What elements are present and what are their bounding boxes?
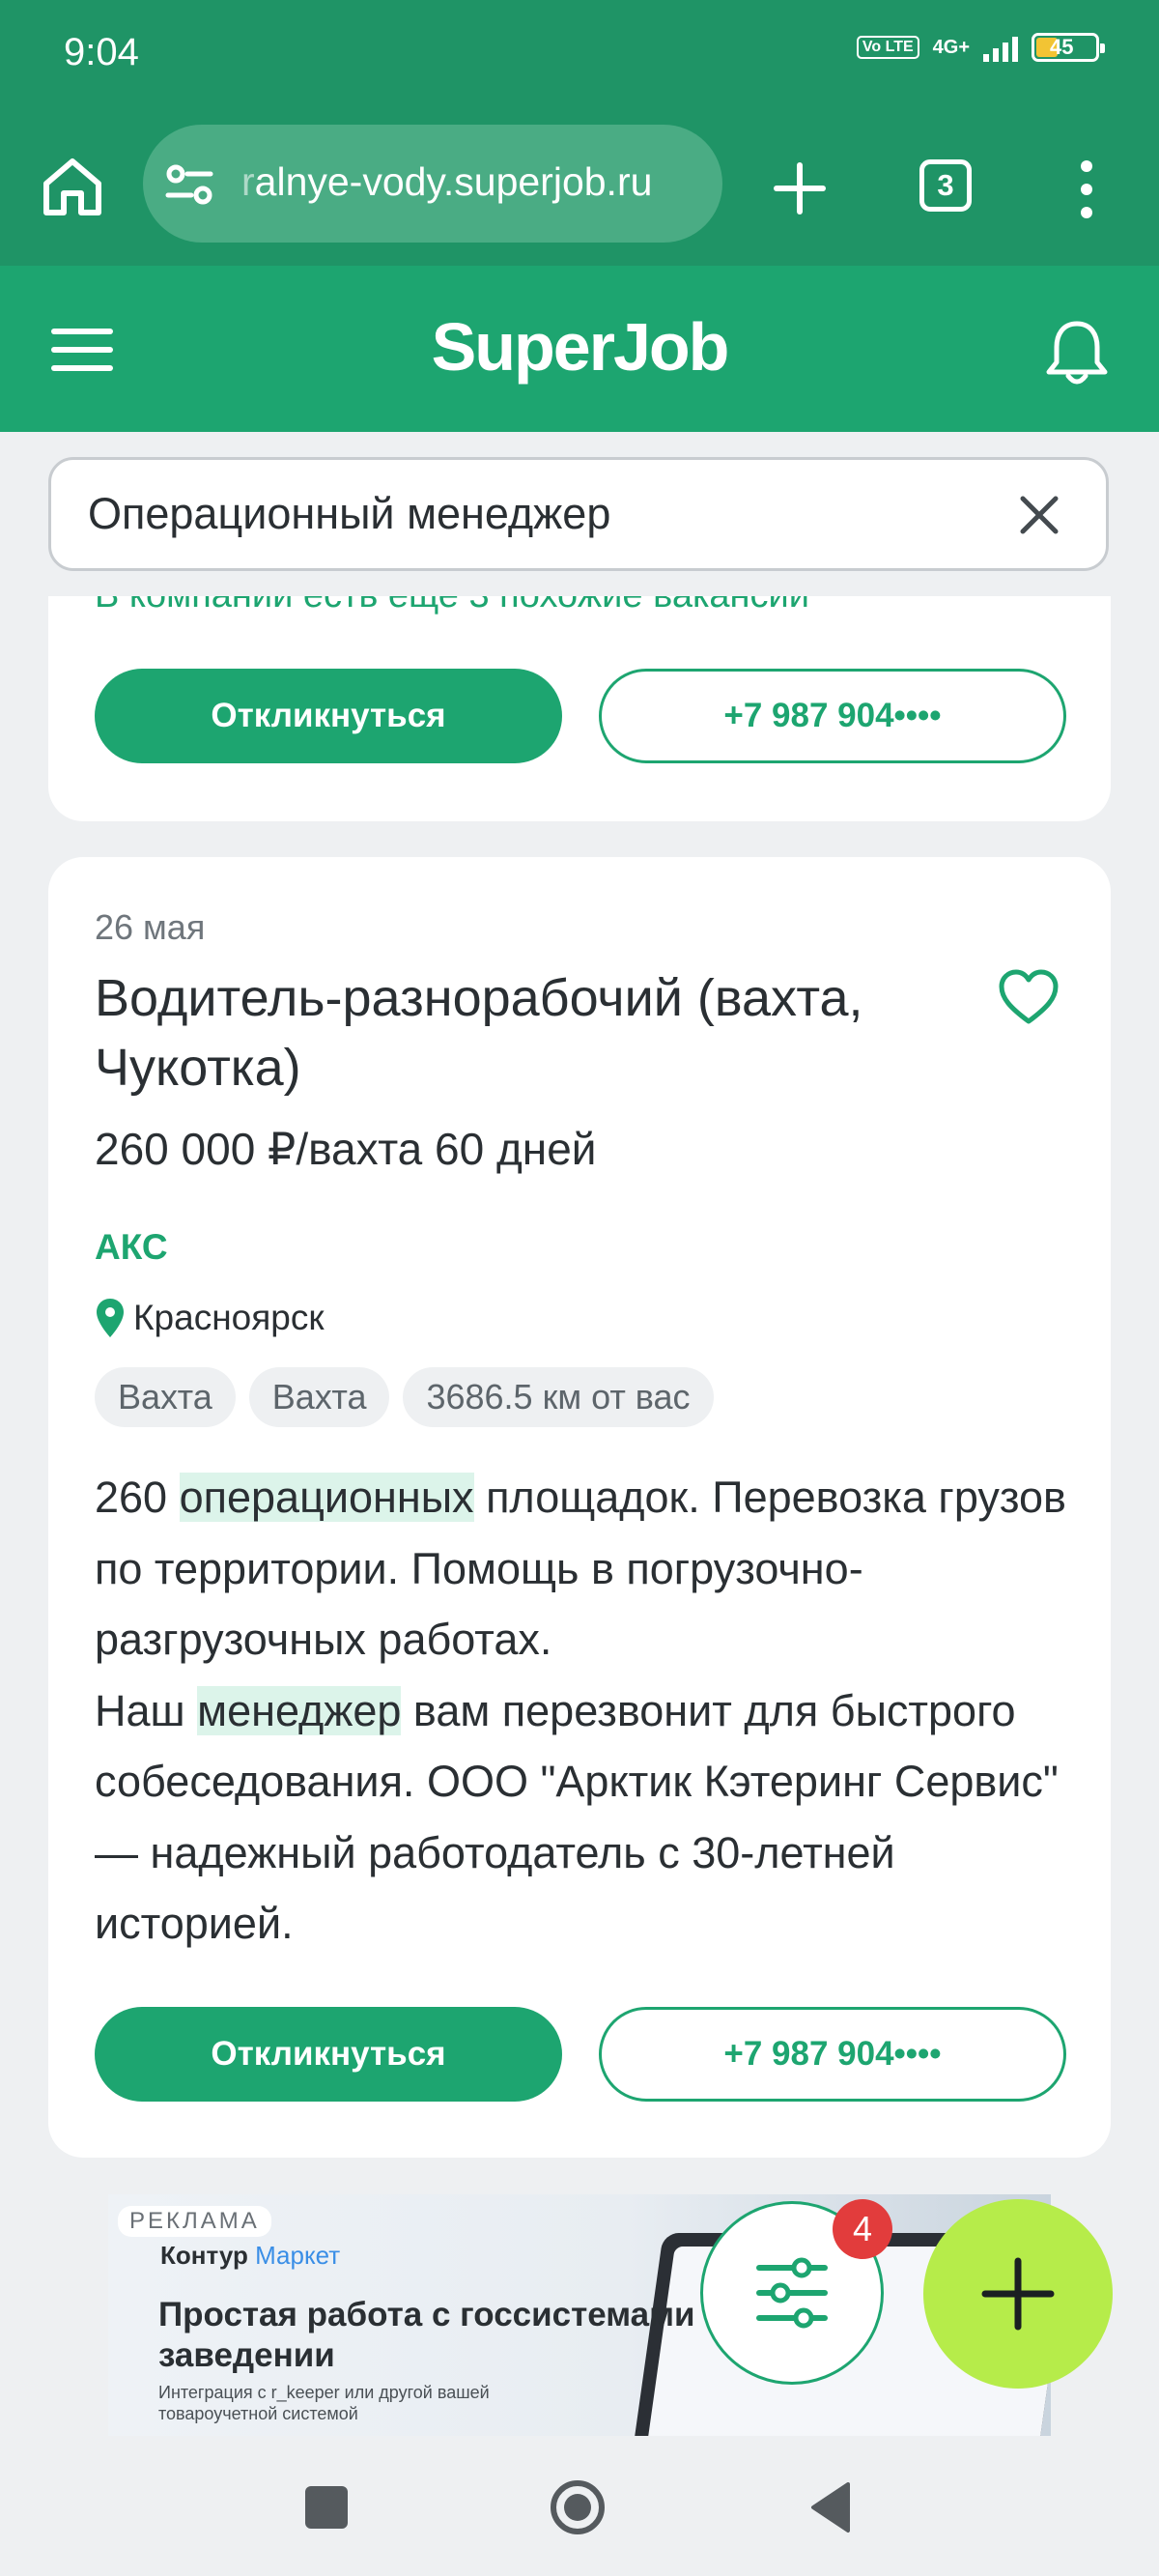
distance-tag: 3686.5 км от вас bbox=[403, 1367, 714, 1427]
search-highlight: менеджер bbox=[197, 1685, 402, 1735]
vacancy-card: 26 мая Водитель-разнорабочий (вахта, Чук… bbox=[48, 857, 1111, 2158]
tag: Вахта bbox=[248, 1367, 390, 1427]
address-bar[interactable]: ralnye-vody.superjob.ru bbox=[143, 125, 722, 243]
ad-brand: Контур Маркет bbox=[160, 2241, 341, 2270]
recents-icon[interactable] bbox=[305, 2486, 348, 2529]
search-highlight: операционных bbox=[179, 1473, 474, 1522]
tabs-button[interactable]: 3 bbox=[919, 159, 972, 212]
new-tab-icon[interactable] bbox=[771, 159, 829, 217]
home-icon[interactable] bbox=[39, 153, 106, 220]
location-city: Красноярск bbox=[133, 1298, 325, 1337]
vacancy-date: 26 мая bbox=[95, 907, 206, 947]
add-button[interactable] bbox=[923, 2199, 1113, 2389]
vacancy-description: 260 операционных площадок. Перевозка гру… bbox=[95, 1473, 1066, 1948]
status-time: 9:04 bbox=[64, 31, 139, 73]
heart-icon[interactable] bbox=[997, 967, 1060, 1027]
battery-level: 45 bbox=[1050, 35, 1074, 59]
network-type: 4G+ bbox=[932, 37, 970, 58]
site-settings-icon[interactable] bbox=[164, 159, 214, 210]
more-vert-icon[interactable] bbox=[1072, 157, 1101, 221]
status-icons: Vo LTE 4G+ 45 bbox=[856, 33, 1105, 62]
location-pin-icon bbox=[97, 1299, 124, 1337]
ad-subtitle: Интеграция с r_keeper или другой вашей т… bbox=[158, 2383, 490, 2423]
respond-button[interactable]: Откликнуться bbox=[95, 2007, 562, 2102]
status-bar: 9:04 Vo LTE 4G+ 45 bbox=[0, 0, 1159, 111]
url-text[interactable]: ralnye-vody.superjob.ru bbox=[241, 159, 705, 205]
superjob-logo[interactable]: SuperJob bbox=[0, 308, 1159, 386]
tag-list: Вахта Вахта 3686.5 км от вас bbox=[95, 1367, 714, 1427]
bell-icon[interactable] bbox=[1043, 316, 1111, 387]
location: Красноярск bbox=[95, 1297, 325, 1339]
home-circle-icon[interactable] bbox=[549, 2478, 607, 2536]
system-nav-bar bbox=[0, 2436, 1159, 2576]
site-header: SuperJob bbox=[0, 266, 1159, 432]
phone-button[interactable]: +7 987 904•••• bbox=[599, 669, 1066, 763]
vacancy-card: В компании есть еще 3 похожие вакансии О… bbox=[48, 596, 1111, 821]
close-icon[interactable] bbox=[1017, 493, 1061, 537]
ad-headline: Простая работа с госсистемами в заведени… bbox=[158, 2296, 725, 2374]
search-value[interactable]: Операционный менеджер bbox=[88, 489, 610, 539]
ad-banner[interactable]: РЕКЛАМА Контур Маркет Простая работа с г… bbox=[108, 2194, 1051, 2436]
tag: Вахта bbox=[95, 1367, 236, 1427]
company-link[interactable]: АКС bbox=[95, 1227, 168, 1268]
browser-toolbar: ralnye-vody.superjob.ru 3 bbox=[0, 111, 1159, 266]
signal-icon bbox=[983, 33, 1018, 62]
search-area: Операционный менеджер bbox=[0, 432, 1159, 596]
respond-button[interactable]: Откликнуться bbox=[95, 669, 562, 763]
salary: 260 000 ₽/вахта 60 дней bbox=[95, 1124, 597, 1174]
search-input[interactable]: Операционный менеджер bbox=[48, 457, 1109, 571]
battery-icon: 45 bbox=[1032, 33, 1105, 62]
filter-count-badge: 4 bbox=[833, 2199, 892, 2259]
phone-button[interactable]: +7 987 904•••• bbox=[599, 2007, 1066, 2102]
filter-sliders-icon bbox=[756, 2257, 828, 2329]
vacancy-title[interactable]: Водитель-разнорабочий (вахта, Чукотка) bbox=[95, 963, 964, 1102]
back-icon[interactable] bbox=[809, 2480, 852, 2534]
plus-icon bbox=[981, 2257, 1055, 2331]
ad-label: РЕКЛАМА bbox=[118, 2206, 271, 2237]
volte-icon: Vo LTE bbox=[856, 36, 919, 59]
